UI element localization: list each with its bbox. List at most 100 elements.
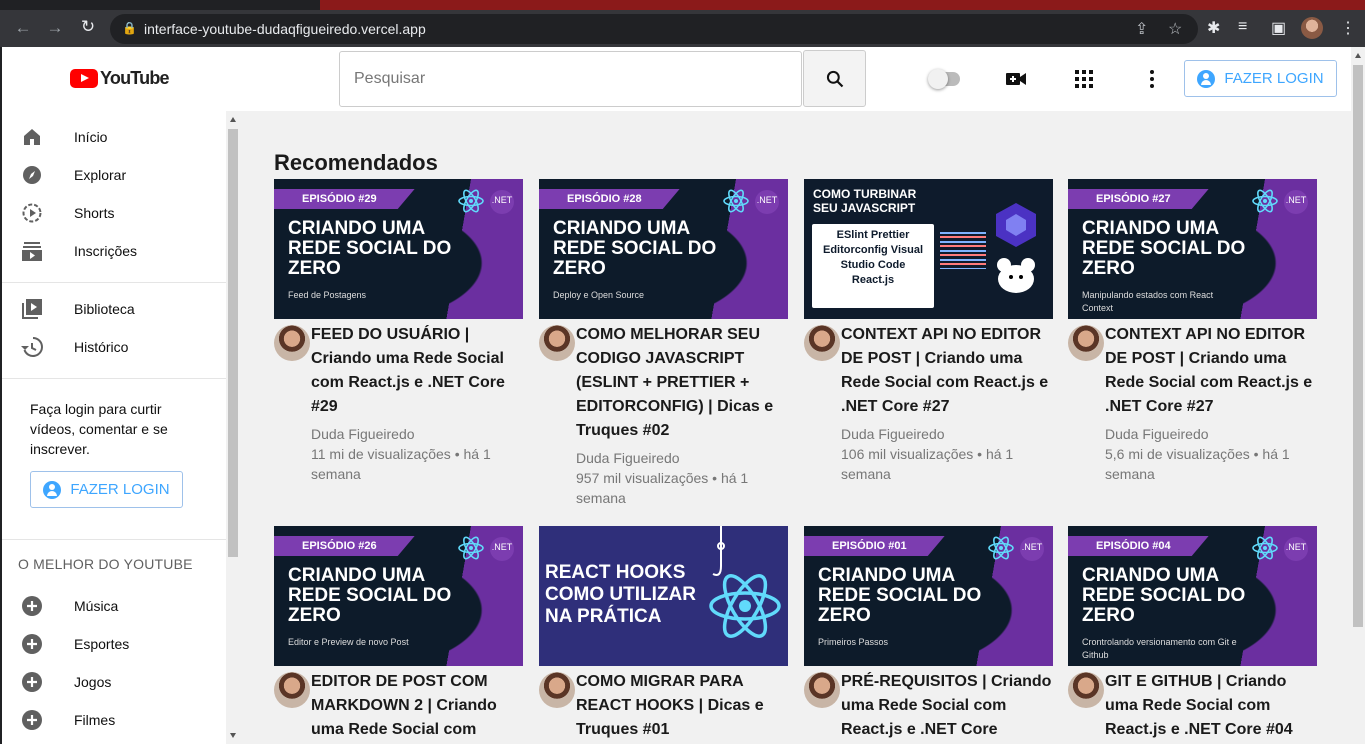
- create-video-icon[interactable]: [1004, 67, 1028, 91]
- svg-text:.NET: .NET: [492, 542, 513, 552]
- more-vert-icon[interactable]: [1140, 67, 1164, 91]
- back-icon[interactable]: ←: [12, 17, 34, 39]
- video-card[interactable]: REACT HOOKS COMO UTILIZAR NA PRÁTICA COM…: [539, 526, 788, 744]
- sidebar-item-musica[interactable]: Música: [2, 587, 226, 625]
- video-title[interactable]: PRÉ-REQUISITOS | Criando uma Rede Social…: [841, 670, 1053, 742]
- video-title[interactable]: COMO MIGRAR PARA REACT HOOKS | Dicas e T…: [576, 670, 788, 742]
- video-thumbnail[interactable]: EPISÓDIO #26 .NET CRIANDO UMA REDE SOCIA…: [274, 526, 523, 666]
- video-thumbnail[interactable]: EPISÓDIO #04 .NET CRIANDO UMA REDE SOCIA…: [1068, 526, 1317, 666]
- thumbnail-headline: CRIANDO UMA REDE SOCIAL DO ZERO: [288, 218, 452, 279]
- scrollbar-thumb[interactable]: [228, 129, 238, 557]
- library-icon: [22, 299, 42, 319]
- channel-name[interactable]: Duda Figueiredo: [311, 424, 523, 444]
- media-icon[interactable]: ≡: [1238, 18, 1247, 36]
- sidebar-login-button[interactable]: FAZER LOGIN: [30, 471, 183, 508]
- sidebar-scrollbar[interactable]: [226, 111, 240, 744]
- page-scrollbar[interactable]: [1351, 47, 1365, 744]
- video-info: PRÉ-REQUISITOS | Criando uma Rede Social…: [804, 670, 1053, 742]
- apps-grid-icon[interactable]: [1072, 67, 1096, 91]
- episode-badge: EPISÓDIO #04: [1068, 536, 1209, 556]
- video-info: CONTEXT API NO EDITOR DE POST | Criando …: [1068, 323, 1317, 484]
- channel-avatar[interactable]: [274, 325, 310, 361]
- video-title[interactable]: FEED DO USUÁRIO | Criando uma Rede Socia…: [311, 323, 523, 419]
- video-info: EDITOR DE POST COM MARKDOWN 2 | Criando …: [274, 670, 523, 742]
- video-title[interactable]: CONTEXT API NO EDITOR DE POST | Criando …: [1105, 323, 1317, 419]
- channel-avatar[interactable]: [539, 672, 575, 708]
- sidebar-item-filmes[interactable]: Filmes: [2, 701, 226, 739]
- svg-text:.NET: .NET: [757, 195, 778, 205]
- profile-avatar[interactable]: [1301, 17, 1323, 39]
- thumbnail-subtitle: Manipulando estados com React Context: [1082, 290, 1214, 313]
- sidebar-item-inicio[interactable]: Início: [2, 118, 226, 156]
- video-card[interactable]: EPISÓDIO #29 .NET CRIANDO UMA REDE SOCIA…: [274, 179, 523, 484]
- video-thumbnail[interactable]: EPISÓDIO #01 .NET CRIANDO UMA REDE SOCIA…: [804, 526, 1053, 666]
- eslint-logo-icon: [996, 203, 1036, 247]
- sidebar-item-biblioteca[interactable]: Biblioteca: [2, 290, 226, 328]
- sidebar-divider: [2, 378, 226, 379]
- scroll-up-icon[interactable]: [1355, 53, 1361, 58]
- sidebar-item-inscricoes[interactable]: Inscrições: [2, 232, 226, 270]
- share-icon[interactable]: ⇪: [1135, 19, 1148, 39]
- video-thumbnail[interactable]: REACT HOOKS COMO UTILIZAR NA PRÁTICA: [539, 526, 788, 666]
- channel-name[interactable]: Duda Figueiredo: [1105, 424, 1317, 444]
- video-title[interactable]: COMO MELHORAR SEU CODIGO JAVASCRIPT (ESL…: [576, 323, 788, 443]
- sidebar-item-shorts[interactable]: Shorts: [2, 194, 226, 232]
- scrollbar-thumb[interactable]: [1353, 65, 1363, 627]
- reload-icon[interactable]: ↻: [77, 16, 99, 38]
- sidebar-item-jogos[interactable]: Jogos: [2, 663, 226, 701]
- youtube-logo[interactable]: YouTube: [70, 68, 170, 89]
- video-card[interactable]: EPISÓDIO #04 .NET CRIANDO UMA REDE SOCIA…: [1068, 526, 1317, 744]
- react-dotnet-logo-icon: .NET: [458, 189, 514, 214]
- bookmark-star-icon[interactable]: ☆: [1168, 19, 1182, 39]
- sidebar-item-label: Filmes: [74, 712, 116, 728]
- browser-menu-icon[interactable]: ⋮: [1340, 18, 1356, 38]
- forward-icon[interactable]: →: [44, 17, 66, 39]
- thumbnail-subtitle: Primeiros Passos: [818, 637, 889, 647]
- svg-text:.NET: .NET: [1022, 542, 1043, 552]
- episode-badge: EPISÓDIO #29: [274, 189, 415, 209]
- video-title[interactable]: GIT E GITHUB | Criando uma Rede Social c…: [1105, 670, 1317, 742]
- sidebar: Início Explorar Shorts Inscrições Biblio…: [2, 111, 226, 744]
- channel-avatar[interactable]: [1068, 672, 1104, 708]
- side-panel-icon[interactable]: ▣: [1271, 18, 1286, 38]
- video-thumbnail[interactable]: EPISÓDIO #29 .NET CRIANDO UMA REDE SOCIA…: [274, 179, 523, 319]
- search-input[interactable]: [339, 51, 802, 107]
- video-card[interactable]: COMO TURBINAR SEU JAVASCRIPT ESlint Pret…: [804, 179, 1053, 484]
- channel-name[interactable]: Duda Figueiredo: [841, 424, 1053, 444]
- thumbnail-headline: CRIANDO UMA REDE SOCIAL DO ZERO: [818, 565, 982, 626]
- video-thumbnail[interactable]: EPISÓDIO #28 .NET CRIANDO UMA REDE SOCIA…: [539, 179, 788, 319]
- video-card[interactable]: EPISÓDIO #26 .NET CRIANDO UMA REDE SOCIA…: [274, 526, 523, 744]
- extensions-icon[interactable]: ✱: [1207, 18, 1220, 38]
- youtube-play-icon: [70, 69, 98, 88]
- sidebar-item-esportes[interactable]: Esportes: [2, 625, 226, 663]
- react-dotnet-logo-icon: .NET: [458, 536, 514, 561]
- scroll-up-icon[interactable]: [230, 117, 236, 122]
- theme-toggle[interactable]: [928, 69, 960, 89]
- scroll-down-icon[interactable]: [230, 733, 236, 738]
- channel-avatar[interactable]: [539, 325, 575, 361]
- channel-avatar[interactable]: [804, 325, 840, 361]
- tab-strip: [320, 0, 1365, 10]
- channel-avatar[interactable]: [804, 672, 840, 708]
- video-title[interactable]: CONTEXT API NO EDITOR DE POST | Criando …: [841, 323, 1053, 419]
- sidebar-item-label: Biblioteca: [74, 301, 135, 317]
- sidebar-item-label: Explorar: [74, 167, 127, 183]
- video-meta: 11 mi de visualizações • há 1 semana: [311, 446, 491, 482]
- search-button[interactable]: [803, 50, 866, 107]
- sidebar-item-historico[interactable]: Histórico: [2, 328, 226, 366]
- header-login-button[interactable]: FAZER LOGIN: [1184, 60, 1337, 97]
- top-header: YouTube FAZER LOGIN: [2, 47, 1365, 111]
- channel-avatar[interactable]: [1068, 325, 1104, 361]
- video-card[interactable]: EPISÓDIO #27 .NET CRIANDO UMA REDE SOCIA…: [1068, 179, 1317, 484]
- fishing-hook-icon: [712, 526, 725, 576]
- sidebar-item-explorar[interactable]: Explorar: [2, 156, 226, 194]
- video-card[interactable]: EPISÓDIO #01 .NET CRIANDO UMA REDE SOCIA…: [804, 526, 1053, 744]
- subscriptions-icon: [22, 242, 42, 261]
- channel-name[interactable]: Duda Figueiredo: [576, 448, 788, 468]
- address-bar[interactable]: 🔒 interface-youtube-dudaqfigueiredo.verc…: [110, 14, 1198, 44]
- video-thumbnail[interactable]: EPISÓDIO #27 .NET CRIANDO UMA REDE SOCIA…: [1068, 179, 1317, 319]
- channel-avatar[interactable]: [274, 672, 310, 708]
- video-thumbnail[interactable]: COMO TURBINAR SEU JAVASCRIPT ESlint Pret…: [804, 179, 1053, 319]
- video-card[interactable]: EPISÓDIO #28 .NET CRIANDO UMA REDE SOCIA…: [539, 179, 788, 508]
- video-title[interactable]: EDITOR DE POST COM MARKDOWN 2 | Criando …: [311, 670, 523, 742]
